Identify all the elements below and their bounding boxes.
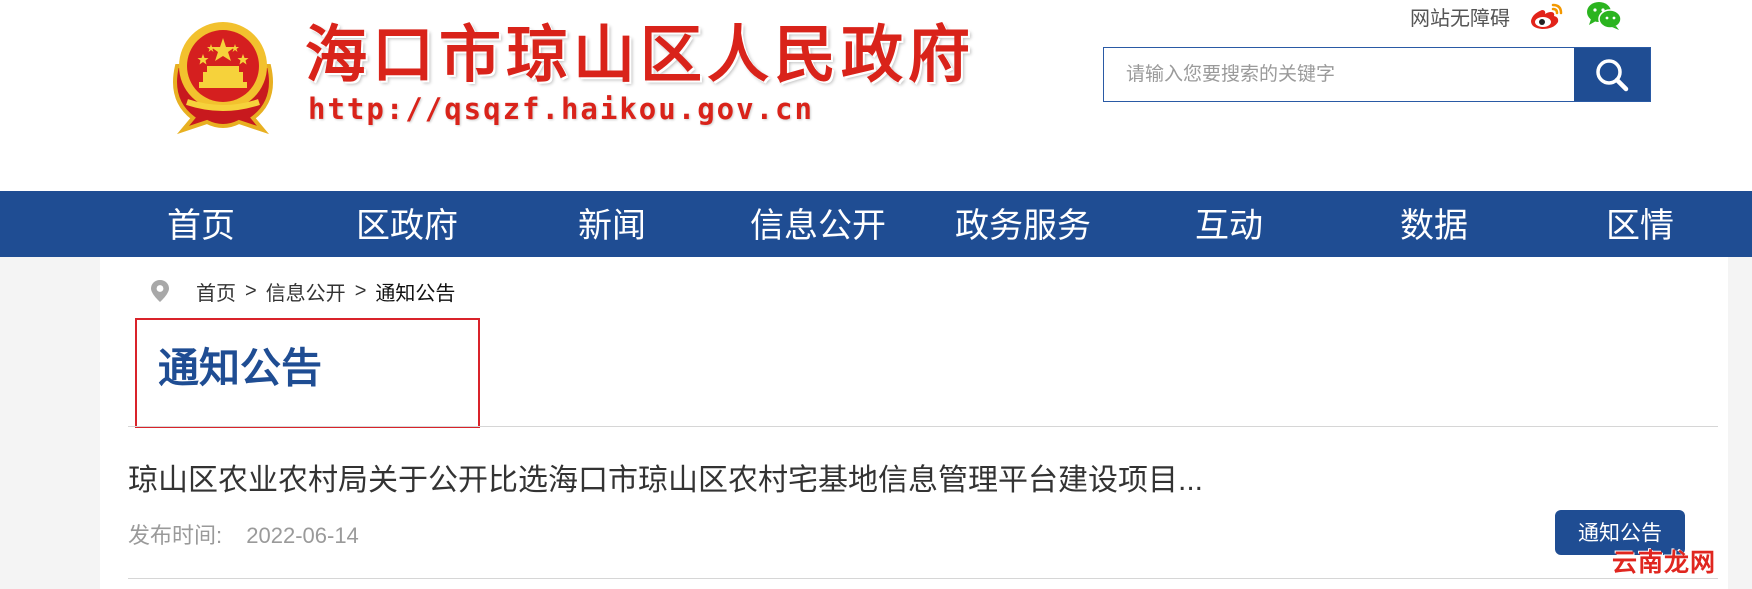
nav-item-disclosure[interactable]: 信息公开	[750, 191, 886, 257]
breadcrumb-separator: >	[354, 279, 367, 302]
wechat-icon[interactable]	[1586, 1, 1622, 31]
watermark-rest: 龙网	[1664, 549, 1717, 577]
watermark: 云南龙网	[1612, 543, 1716, 579]
breadcrumb-home[interactable]: 首页	[196, 277, 236, 306]
national-emblem-icon	[173, 22, 273, 135]
main-navbar: 首页 区政府 新闻 信息公开 政务服务 互动 数据 区情	[0, 191, 1752, 257]
site-url: http://qsqzf.haikou.gov.cn	[308, 92, 814, 126]
nav-item-government[interactable]: 区政府	[356, 191, 458, 257]
site-header: 海口市琼山区人民政府 http://qsqzf.haikou.gov.cn 网站…	[0, 0, 1752, 191]
date-label: 发布时间:	[128, 523, 223, 548]
nav-item-district[interactable]: 区情	[1606, 191, 1674, 257]
location-pin-icon	[151, 280, 169, 302]
search-button[interactable]	[1574, 48, 1650, 101]
divider	[128, 426, 1718, 427]
nav-item-data[interactable]: 数据	[1400, 191, 1468, 257]
search-input[interactable]	[1104, 48, 1574, 101]
weibo-icon[interactable]	[1528, 1, 1564, 31]
publish-date: 2022-06-14	[246, 523, 359, 548]
nav-item-home[interactable]: 首页	[167, 191, 235, 257]
accessibility-link[interactable]: 网站无障碍	[1410, 2, 1510, 31]
search-icon	[1596, 58, 1629, 91]
article-title-link[interactable]: 琼山区农业农村局关于公开比选海口市琼山区农村宅基地信息管理平台建设项目...	[128, 455, 1203, 499]
article-date-row: 发布时间: 2022-06-14	[128, 518, 359, 550]
section-title: 通知公告	[158, 345, 322, 391]
nav-item-services[interactable]: 政务服务	[955, 191, 1091, 257]
nav-item-news[interactable]: 新闻	[578, 191, 646, 257]
breadcrumb-separator: >	[245, 279, 257, 302]
breadcrumb: 首页 > 信息公开 > 通知公告	[150, 274, 455, 308]
search-box	[1103, 47, 1651, 102]
divider	[128, 578, 1718, 579]
top-links: 网站无障碍	[1410, 0, 1644, 32]
site-title: 海口市琼山区人民政府	[305, 18, 976, 91]
breadcrumb-current: 通知公告	[375, 282, 456, 305]
watermark-first: 云南	[1612, 549, 1665, 577]
nav-item-interaction[interactable]: 互动	[1195, 191, 1263, 257]
breadcrumb-disclosure[interactable]: 信息公开	[266, 277, 346, 306]
